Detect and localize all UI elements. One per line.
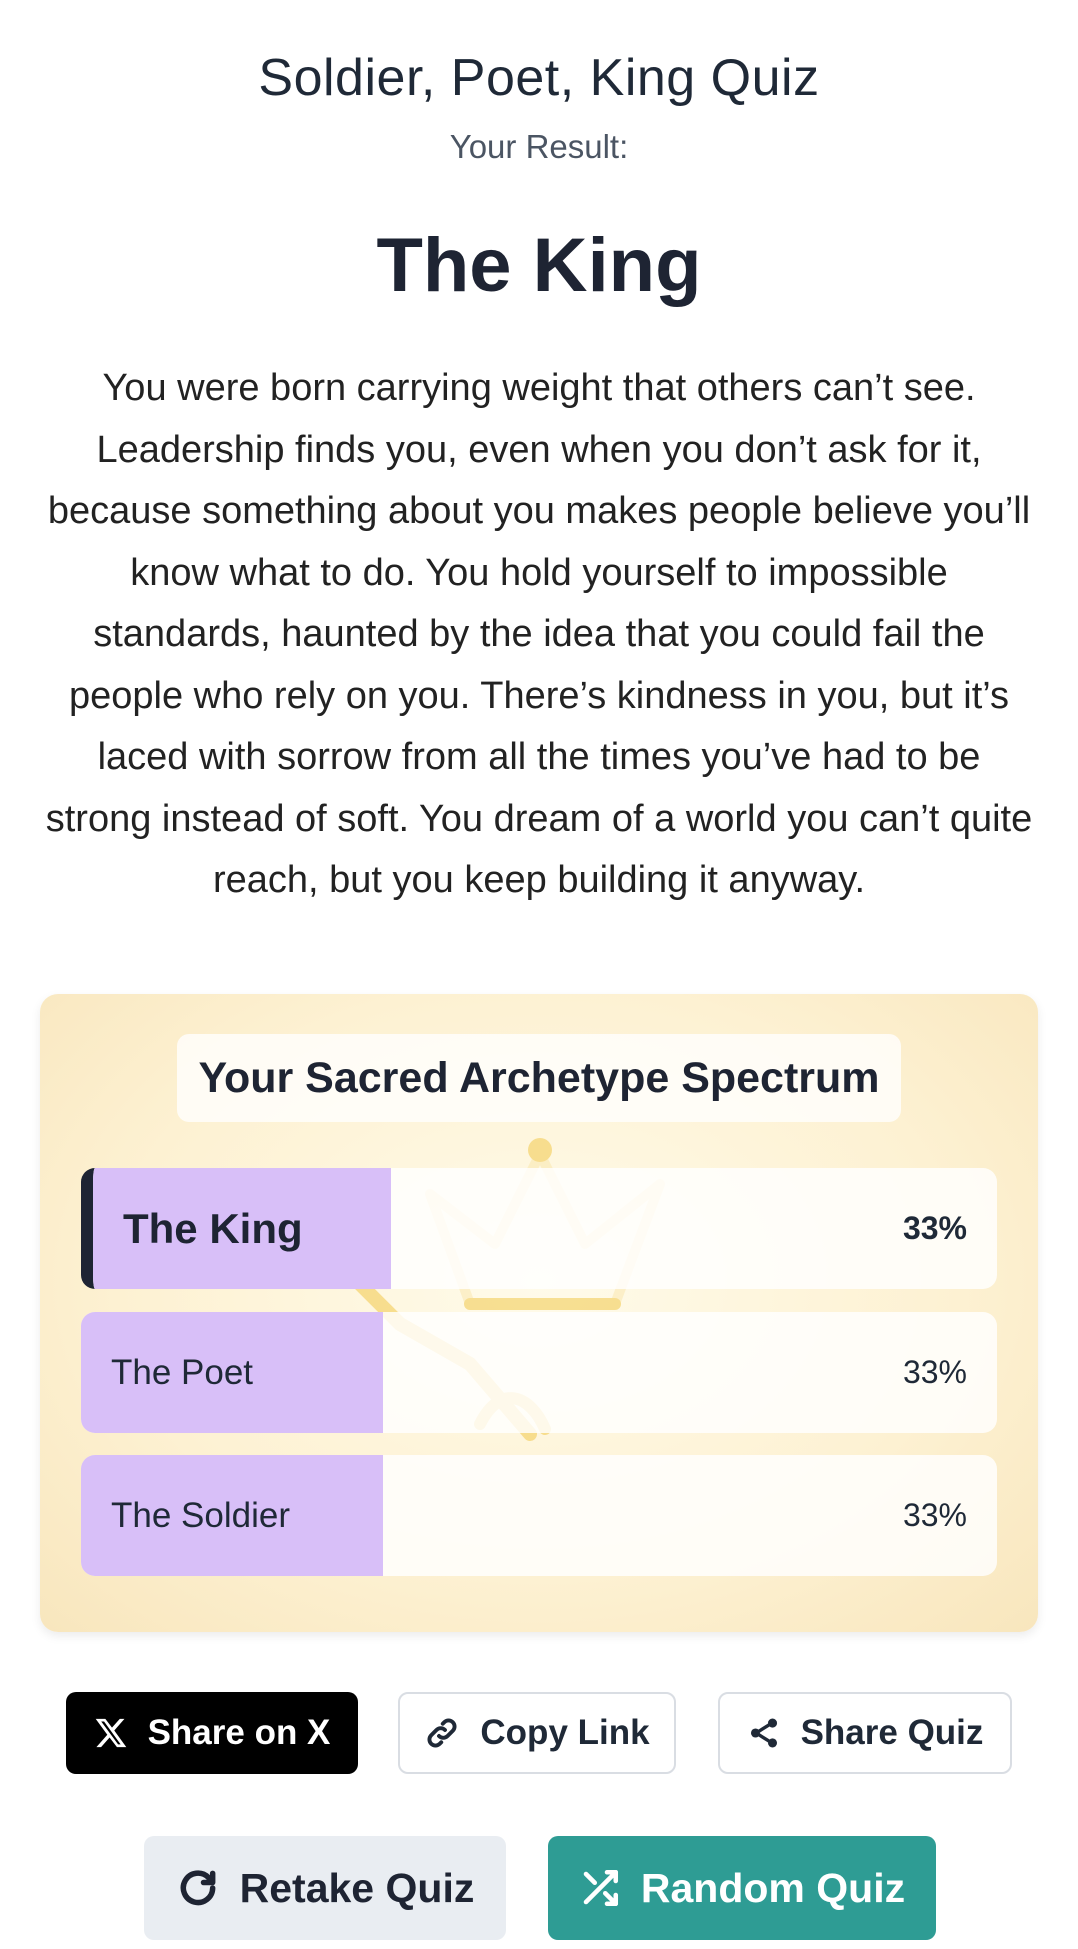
share-quiz-label: Share Quiz — [800, 1713, 984, 1752]
result-description: You were born carrying weight that other… — [45, 367, 1033, 901]
bar-row-soldier: The Soldier 33% — [81, 1455, 997, 1576]
bar-row-king: The King 33% — [81, 1168, 997, 1289]
result-name: The King — [376, 223, 702, 308]
copy-link-label: Copy Link — [480, 1713, 650, 1752]
share-on-x-button[interactable]: Share on X — [66, 1692, 358, 1774]
retake-quiz-label: Retake Quiz — [239, 1864, 475, 1911]
copy-link-button[interactable]: Copy Link — [398, 1692, 676, 1774]
bar-label-king: The King — [123, 1205, 303, 1252]
archetype-spectrum-card: Your Sacred Archetype Spectrum The King … — [40, 994, 1038, 1632]
x-logo-icon — [94, 1716, 128, 1750]
retake-quiz-button[interactable]: Retake Quiz — [144, 1836, 506, 1940]
quiz-title: Soldier, Poet, King Quiz — [258, 49, 820, 107]
redo-icon — [176, 1866, 220, 1910]
share-icon — [747, 1716, 781, 1750]
bar-row-poet: The Poet 33% — [81, 1312, 997, 1433]
bar-percent-king: 33% — [902, 1210, 967, 1246]
spectrum-title: Your Sacred Archetype Spectrum — [177, 1034, 901, 1122]
quiz-result-page: Soldier, Poet, King Quiz Your Result: Th… — [0, 0, 1078, 1949]
bar-label-soldier: The Soldier — [111, 1496, 290, 1535]
link-icon — [424, 1715, 460, 1751]
bar-percent-poet: 33% — [902, 1354, 967, 1390]
share-on-x-label: Share on X — [147, 1713, 331, 1752]
bar-label-poet: The Poet — [111, 1353, 254, 1392]
shuffle-icon — [579, 1867, 621, 1909]
result-label: Your Result: — [449, 128, 629, 165]
random-quiz-button[interactable]: Random Quiz — [548, 1836, 936, 1940]
random-quiz-label: Random Quiz — [640, 1864, 906, 1911]
bar-percent-soldier: 33% — [902, 1497, 967, 1533]
share-quiz-button[interactable]: Share Quiz — [718, 1692, 1012, 1774]
